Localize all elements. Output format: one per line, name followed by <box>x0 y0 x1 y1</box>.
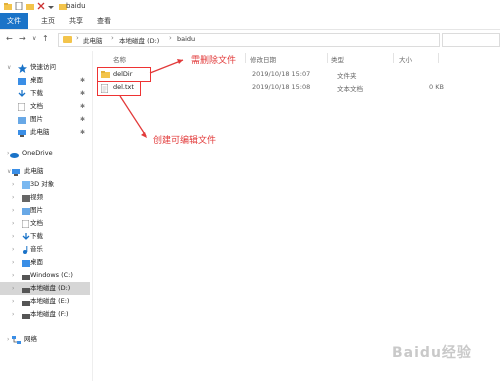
annotation-arrows <box>119 59 184 138</box>
annotation-editable-file: 创建可编辑文件 <box>153 136 217 146</box>
watermark: Baidu经验 <box>392 345 472 361</box>
annotation-delete-file: 需删除文件 <box>191 56 237 66</box>
